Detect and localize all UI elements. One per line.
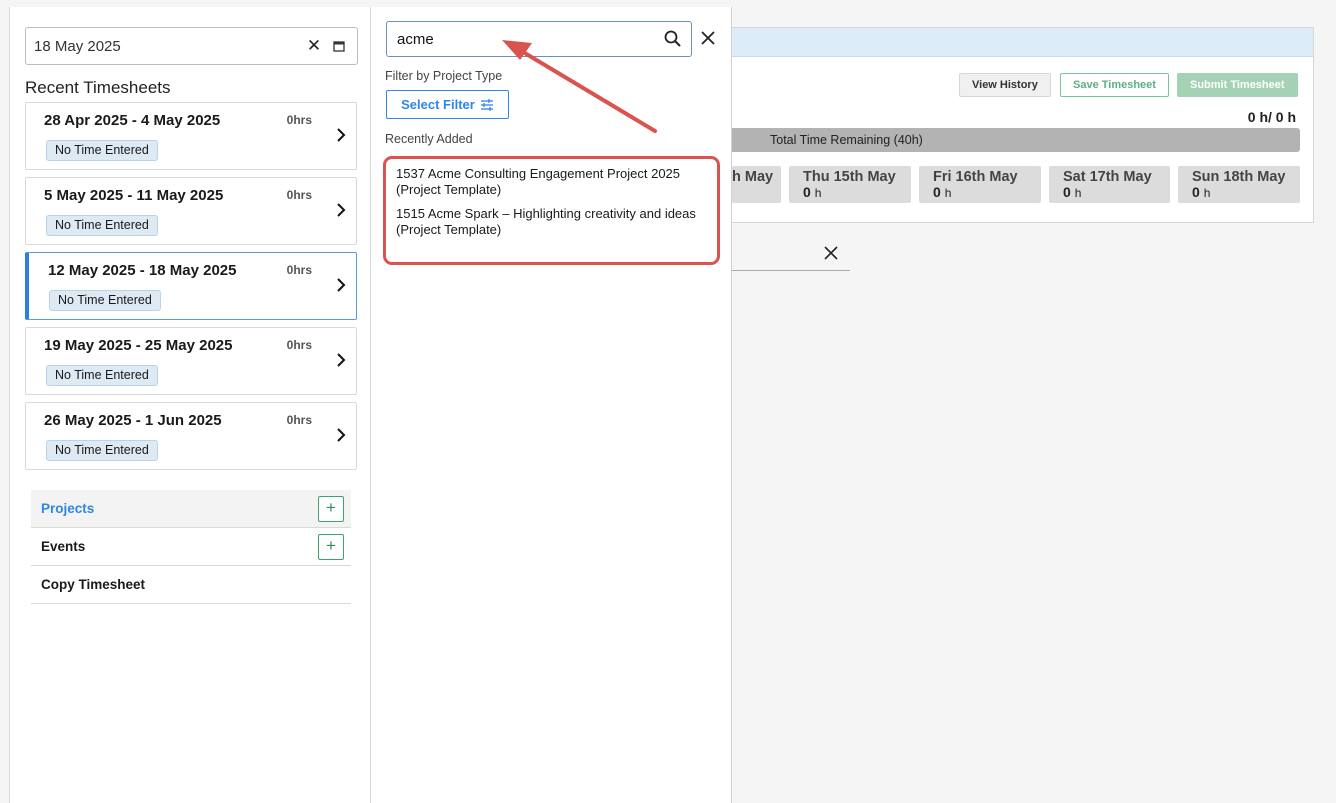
day-name: h May [732,169,774,185]
status-badge: No Time Entered [46,215,158,236]
time-remaining-label: Total Time Remaining (40h) [770,133,923,147]
chevron-right-icon[interactable] [334,277,348,293]
add-project-button[interactable]: + [318,496,344,522]
select-filter-label: Select Filter [401,97,475,112]
hours-unit: h [944,186,952,200]
timesheet-hours: 0hrs [286,338,312,352]
chevron-right-icon[interactable] [334,427,348,443]
sidebar-item-copy-timesheet[interactable]: Copy Timesheet [31,566,351,604]
chevron-right-icon[interactable] [334,352,348,368]
close-icon[interactable] [698,28,718,48]
hours-unit: h [1203,186,1211,200]
day-hours: 0 [803,184,811,200]
day-tile[interactable]: Sun 18th May 0 h [1178,166,1300,203]
search-result-item[interactable]: 1537 Acme Consulting Engagement Project … [396,166,707,198]
filter-sliders-icon [480,98,493,111]
sidebar-item-label: Copy Timesheet [41,577,146,592]
timesheet-hours: 0hrs [286,263,312,277]
status-badge: No Time Entered [49,290,161,311]
select-filter-button[interactable]: Select Filter [386,90,509,119]
timesheet-card[interactable]: 28 Apr 2025 - 4 May 2025 0hrs No Time En… [25,102,357,170]
clear-date-icon[interactable]: ✕ [303,36,325,56]
filter-label: Filter by Project Type [385,69,503,83]
day-tile[interactable]: h May [732,166,781,203]
day-tile[interactable]: Sat 17th May 0 h [1049,166,1170,203]
day-tile[interactable]: Fri 16th May 0 h [919,166,1041,203]
day-hours: 0 [1192,184,1200,200]
status-badge: No Time Entered [46,365,158,386]
sidebar-menu: Projects + Events + Copy Timesheet [31,490,351,604]
status-badge: No Time Entered [46,440,158,461]
timesheet-hours: 0hrs [286,413,312,427]
day-hours: 0 [933,184,941,200]
search-icon[interactable] [663,29,683,49]
time-remaining-bar: Total Time Remaining (40h) [732,128,1300,152]
hours-unit: h [1074,186,1082,200]
day-name: Sat 17th May [1063,169,1152,185]
date-value: 18 May 2025 [34,37,121,55]
timesheet-sidebar: 18 May 2025 ✕ Recent Timesheets 28 Apr 2… [9,7,371,803]
timesheet-card[interactable]: 19 May 2025 - 25 May 2025 0hrs No Time E… [25,327,357,395]
timesheet-list: 28 Apr 2025 - 4 May 2025 0hrs No Time En… [25,102,357,477]
status-badge: No Time Entered [46,140,158,161]
timesheet-hours: 0hrs [286,113,312,127]
search-input[interactable] [397,30,663,48]
project-search-field[interactable] [386,21,692,57]
project-search-panel: Filter by Project Type Select Filter Rec… [371,7,732,803]
day-hours: 0 [1063,184,1071,200]
hours-unit: h [814,186,822,200]
view-history-button[interactable]: View History [959,73,1051,97]
timesheet-hours: 0hrs [286,188,312,202]
day-name: Fri 16th May [933,169,1018,185]
close-icon[interactable] [822,244,840,262]
day-tile[interactable]: Thu 15th May 0 h [789,166,911,203]
chevron-right-icon[interactable] [334,202,348,218]
timesheet-main-card: View History Save Timesheet Submit Times… [732,27,1314,223]
timesheet-range: 26 May 2025 - 1 Jun 2025 [44,412,222,429]
sidebar-item-label: Projects [41,501,95,516]
total-hours: 0 h/ 0 h [1247,109,1296,125]
timesheet-card[interactable]: 5 May 2025 - 11 May 2025 0hrs No Time En… [25,177,357,245]
submit-timesheet-button[interactable]: Submit Timesheet [1177,73,1298,97]
timesheet-card[interactable]: 26 May 2025 - 1 Jun 2025 0hrs No Time En… [25,402,357,470]
sidebar-item-events[interactable]: Events + [31,528,351,566]
timesheet-range: 19 May 2025 - 25 May 2025 [44,337,233,354]
recent-timesheets-heading: Recent Timesheets [25,78,171,97]
day-name: Thu 15th May [803,169,896,185]
info-banner [732,28,1313,57]
timesheet-range: 5 May 2025 - 11 May 2025 [44,187,224,204]
recently-added-heading: Recently Added [385,132,473,146]
timesheet-range: 12 May 2025 - 18 May 2025 [48,262,237,279]
date-picker-field[interactable]: 18 May 2025 ✕ [25,27,358,65]
calendar-icon[interactable] [329,36,349,56]
sidebar-item-label: Events [41,539,86,554]
sidebar-item-projects[interactable]: Projects + [31,490,351,528]
add-event-button[interactable]: + [318,534,344,560]
save-timesheet-button[interactable]: Save Timesheet [1060,73,1169,97]
timesheet-range: 28 Apr 2025 - 4 May 2025 [44,112,221,129]
timesheet-card-selected[interactable]: 12 May 2025 - 18 May 2025 0hrs No Time E… [25,252,357,320]
day-name: Sun 18th May [1192,169,1286,185]
search-result-item[interactable]: 1515 Acme Spark – Highlighting creativit… [396,206,707,238]
chevron-right-icon[interactable] [334,127,348,143]
entry-input-row[interactable] [732,242,850,271]
search-results-list: 1537 Acme Consulting Engagement Project … [383,156,720,265]
